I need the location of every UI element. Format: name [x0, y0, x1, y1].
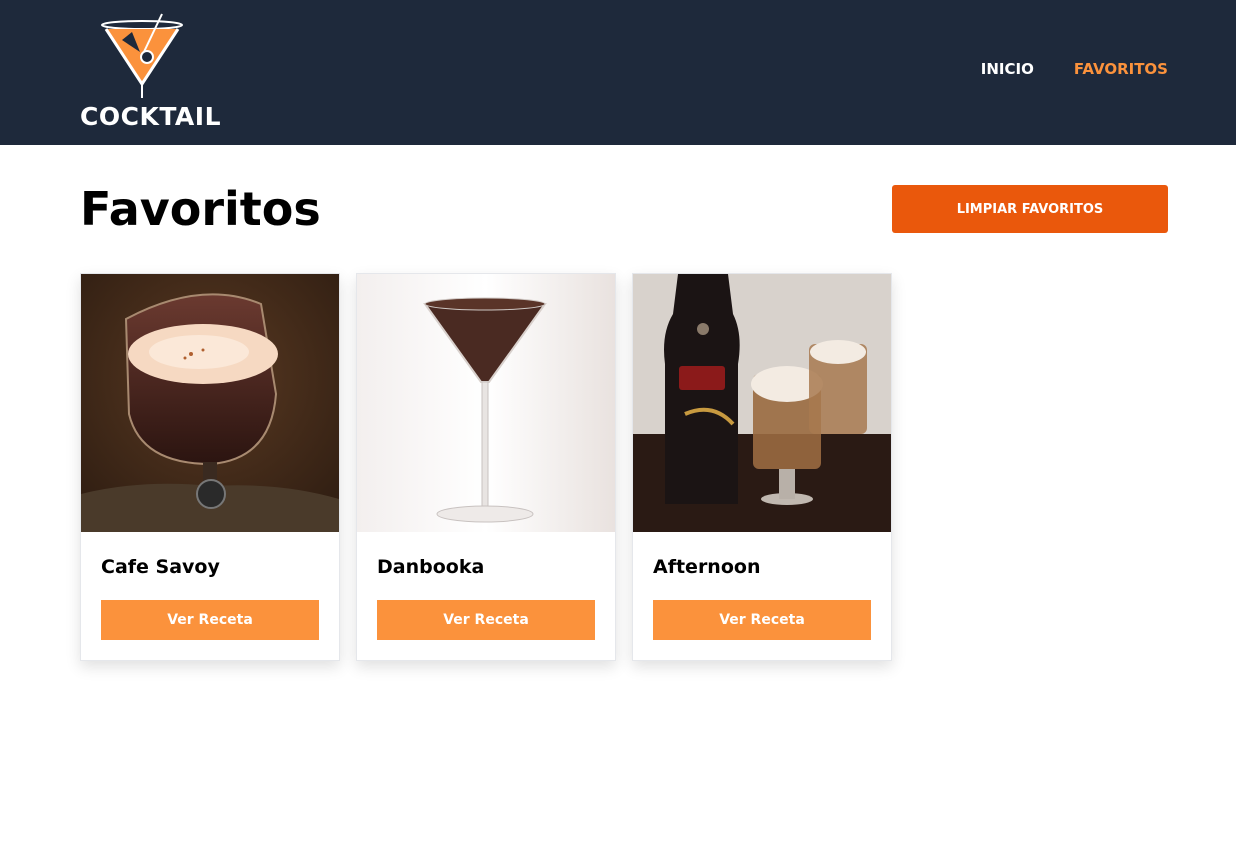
view-recipe-button[interactable]: Ver Receta — [377, 600, 595, 640]
site-logo[interactable]: COCKTAIL — [80, 12, 221, 131]
main-nav: INICIO FAVORITOS — [981, 60, 1168, 78]
cafe-savoy-image — [81, 274, 339, 532]
logo-text: COCKTAIL — [80, 102, 222, 131]
favorites-grid: Cafe Savoy Ver Receta Danbooka Ver Recet… — [80, 273, 892, 661]
favorite-card: Cafe Savoy Ver Receta — [80, 273, 340, 661]
card-title: Afternoon — [653, 556, 761, 578]
cocktail-glass-icon — [101, 13, 183, 98]
danbooka-image — [357, 274, 615, 532]
card-title: Danbooka — [377, 556, 485, 578]
site-header: COCKTAIL INICIO FAVORITOS — [0, 0, 1236, 145]
card-title: Cafe Savoy — [101, 556, 220, 578]
clear-favorites-button[interactable]: LIMPIAR FAVORITOS — [892, 185, 1168, 233]
page-title: Favoritos — [80, 182, 321, 236]
view-recipe-button[interactable]: Ver Receta — [653, 600, 871, 640]
favorite-card: Danbooka Ver Receta — [356, 273, 616, 661]
nav-item-home[interactable]: INICIO — [981, 60, 1034, 78]
view-recipe-button[interactable]: Ver Receta — [101, 600, 319, 640]
afternoon-image — [633, 274, 891, 532]
nav-item-favorites[interactable]: FAVORITOS — [1074, 60, 1168, 78]
favorite-card: Afternoon Ver Receta — [632, 273, 892, 661]
